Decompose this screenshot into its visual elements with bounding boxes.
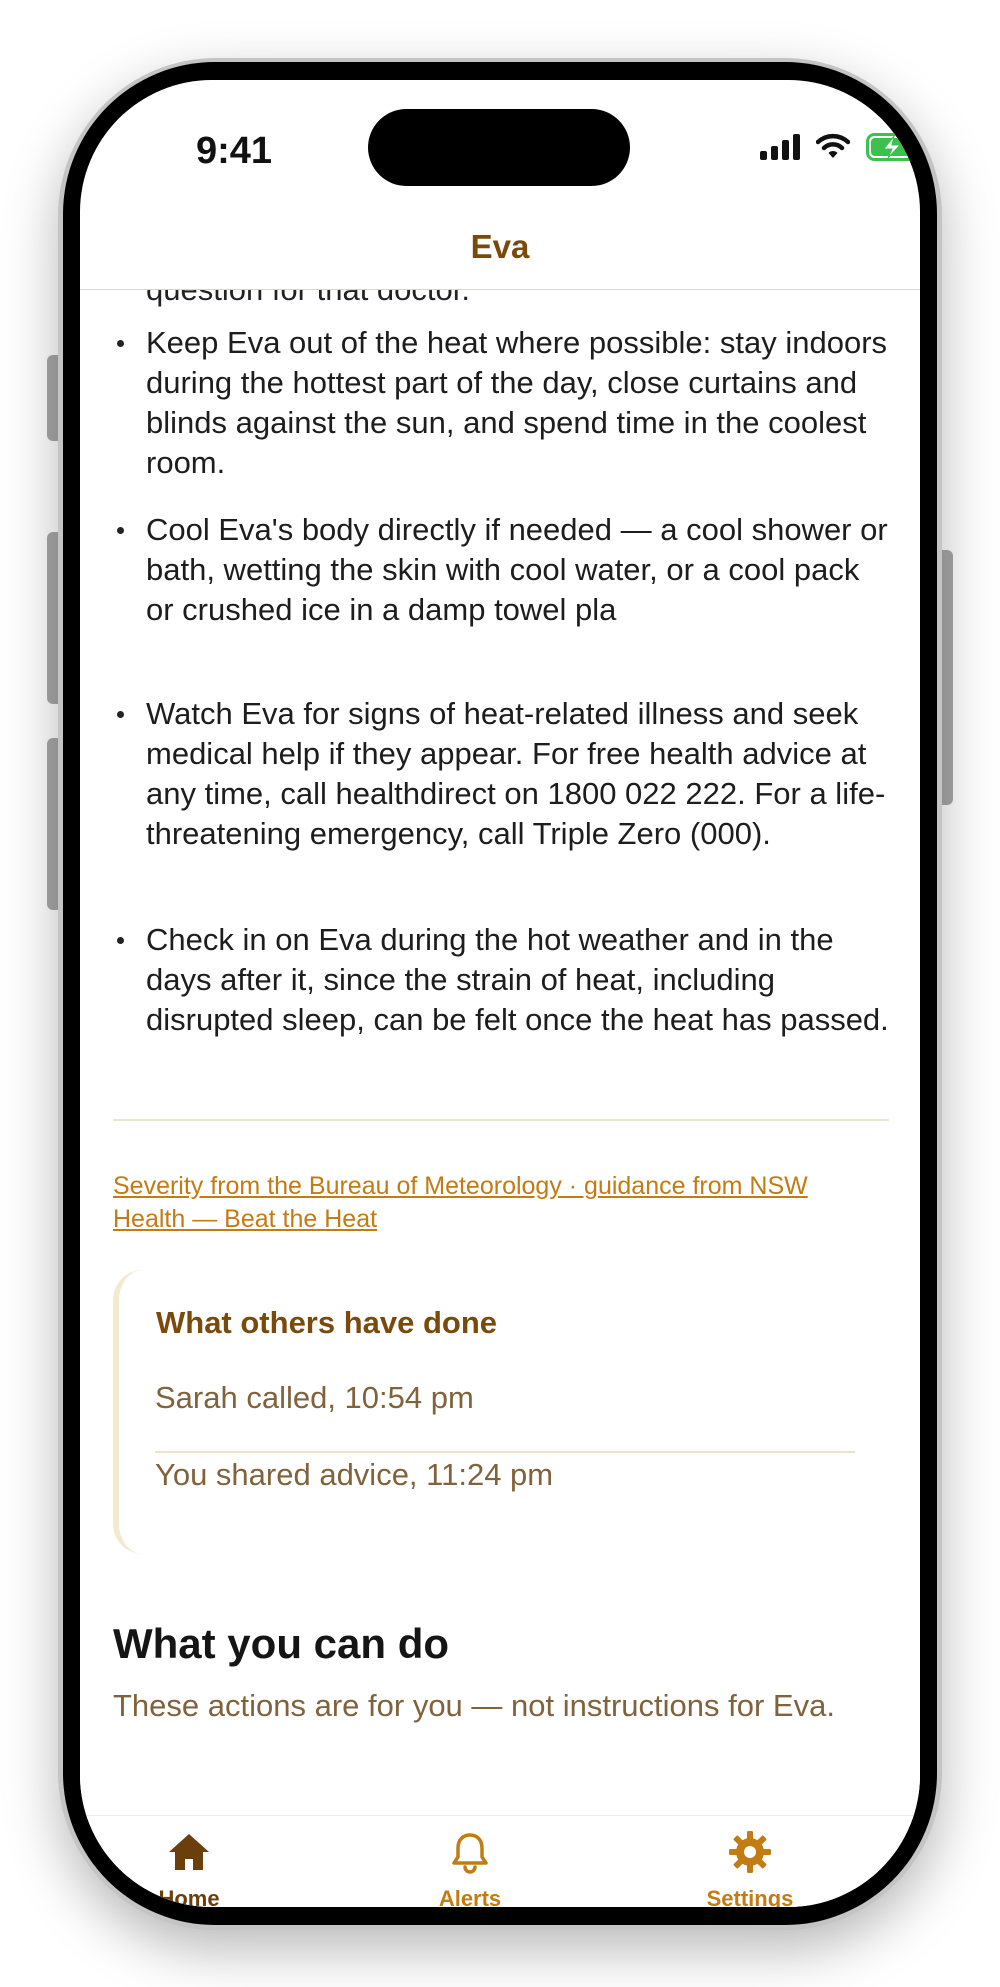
battery-charging-icon (866, 133, 920, 161)
section-title: What you can do (113, 1620, 449, 1667)
list-item-text: Cool Eva's body directly if needed — a c… (146, 512, 888, 627)
tab-home-label: Home (158, 1886, 220, 1907)
activity-item: Sarah called, 10:54 pm (155, 1380, 474, 1415)
dynamic-island (368, 109, 630, 186)
bullet-dot (117, 527, 124, 534)
tab-alerts-label: Alerts (438, 1886, 502, 1907)
list-item-text: Watch Eva for signs of heat-related illn… (146, 696, 886, 851)
section-subtitle: These actions are for you — not instruct… (113, 1688, 835, 1723)
bullet-dot (117, 937, 124, 944)
source-link[interactable]: Severity from the Bureau of Meteorology … (113, 1170, 873, 1236)
phone-screen: 9:41 Eva question for that doctor. Keep … (80, 80, 920, 1907)
wifi-icon (816, 133, 850, 158)
list-item-text: Check in on Eva during the hot weather a… (146, 922, 889, 1037)
list-item-text: Keep Eva out of the heat where possible:… (146, 325, 888, 480)
activity-item: You shared advice, 11:24 pm (155, 1457, 554, 1492)
page-title: Eva (470, 228, 530, 265)
card-divider (155, 1451, 855, 1453)
bullet-dot (117, 711, 124, 718)
others-activity-card: What others have done Sarah called, 10:5… (113, 1270, 895, 1554)
tab-bar: Home Alerts Settings (80, 1815, 920, 1907)
bullet-dot (117, 340, 124, 347)
section-divider (113, 1119, 889, 1121)
status-time: 9:41 (196, 130, 273, 172)
cut-off-text: question for that doctor. (146, 290, 470, 308)
signal-icon (760, 134, 800, 160)
house-icon (169, 1834, 209, 1870)
bell-icon (452, 1833, 488, 1874)
card-title: What others have done (156, 1305, 498, 1340)
scroll-content[interactable]: question for that doctor. Keep Eva out o… (80, 290, 920, 1815)
tab-settings-label: Settings (706, 1886, 794, 1907)
gear-icon (729, 1831, 771, 1873)
